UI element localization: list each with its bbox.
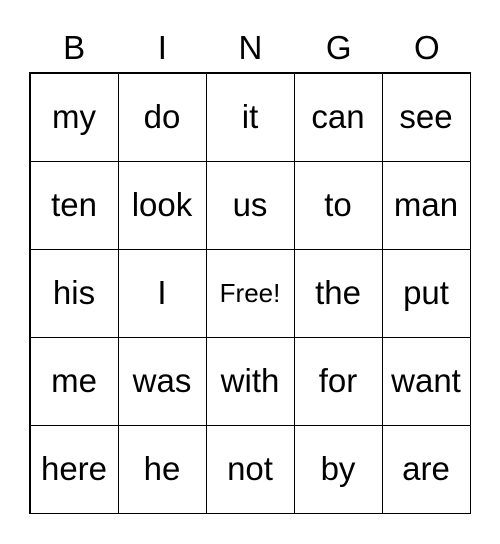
bingo-cell[interactable]: not: [205, 424, 295, 514]
bingo-cell[interactable]: see: [381, 72, 471, 162]
bingo-cell[interactable]: do: [117, 72, 207, 162]
bingo-cell[interactable]: me: [29, 336, 119, 426]
header-letter: O: [414, 29, 440, 66]
bingo-cell[interactable]: was: [117, 336, 207, 426]
bingo-cell[interactable]: look: [117, 160, 207, 250]
header-letter: B: [63, 29, 86, 66]
bingo-cell[interactable]: his: [29, 248, 119, 338]
bingo-cell[interactable]: here: [29, 424, 119, 514]
bingo-cell[interactable]: man: [381, 160, 471, 250]
bingo-cell[interactable]: the: [293, 248, 383, 338]
bingo-cell[interactable]: my: [29, 72, 119, 162]
bingo-cell[interactable]: want: [381, 336, 471, 426]
bingo-cell[interactable]: are: [381, 424, 471, 514]
bingo-cell[interactable]: I: [117, 248, 207, 338]
header-letter: I: [157, 29, 167, 66]
bingo-cell[interactable]: ten: [29, 160, 119, 250]
bingo-cell[interactable]: to: [293, 160, 383, 250]
bingo-cell[interactable]: put: [381, 248, 471, 338]
bingo-grid: my do it can see ten look us to man his I Free! the pu…: [29, 72, 471, 514]
bingo-cell[interactable]: by: [293, 424, 383, 514]
header-letter: G: [325, 29, 352, 66]
bingo-cell[interactable]: for: [293, 336, 383, 426]
bingo-header: BINGO: [30, 28, 471, 68]
bingo-cell[interactable]: he: [117, 424, 207, 514]
bingo-cell[interactable]: can: [293, 72, 383, 162]
free-space-cell[interactable]: Free!: [205, 248, 295, 338]
bingo-cell[interactable]: with: [205, 336, 295, 426]
bingo-cell[interactable]: us: [205, 160, 295, 250]
header-letter: N: [238, 29, 263, 66]
bingo-cell[interactable]: it: [205, 72, 295, 162]
